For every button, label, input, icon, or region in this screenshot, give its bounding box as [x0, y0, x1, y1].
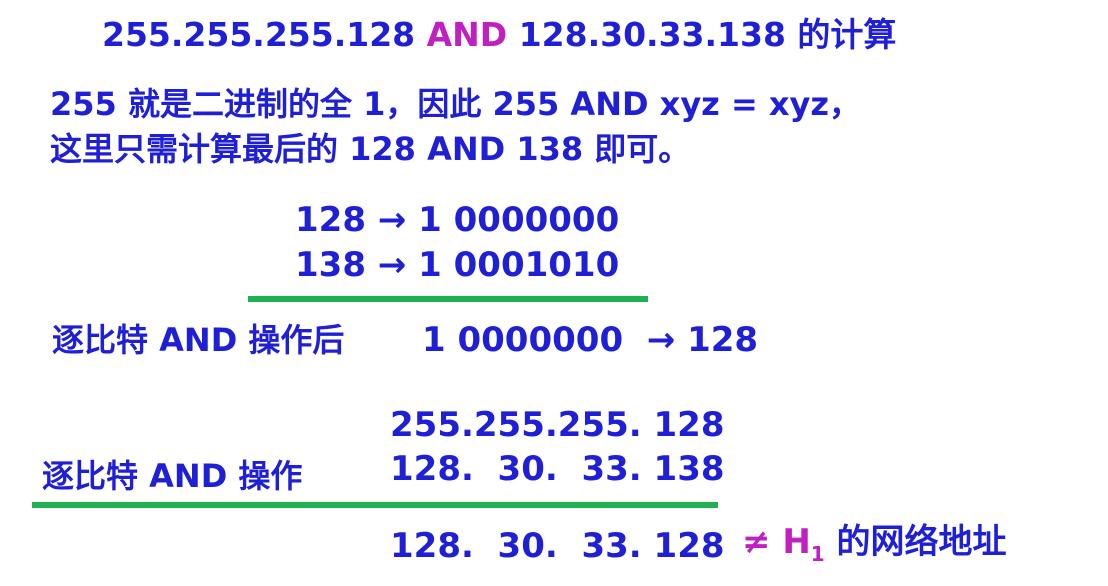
full-and-label: 逐比特 AND 操作	[42, 457, 303, 495]
binary-row-138: 138 → 1 0001010	[295, 245, 620, 285]
binary-result-label: 逐比特 AND 操作后	[52, 321, 345, 359]
slide-title: 255.255.255.128 AND 128.30.33.138 的计算	[102, 18, 896, 51]
not-equal-h: ≠ H	[742, 522, 811, 562]
full-operand-address: 128. 30. 33. 138	[390, 449, 725, 489]
title-and-operator: AND	[426, 15, 508, 54]
title-right: 128.30.33.138 的计算	[507, 15, 897, 54]
note-suffix: 的网络地址	[824, 522, 1007, 562]
full-underline	[32, 502, 718, 508]
full-result: 128. 30. 33. 128	[390, 526, 725, 566]
binary-result-value: 1 0000000 → 128	[422, 320, 759, 360]
explanation-line-1: 255 就是二进制的全 1，因此 255 AND xyz = xyz，	[50, 85, 862, 123]
h-subscript: 1	[810, 542, 825, 566]
binary-row-128: 128 → 1 0000000	[295, 200, 620, 240]
network-address-note: ≠ H1 的网络地址	[742, 522, 1007, 564]
explanation-line-2: 这里只需计算最后的 128 AND 138 即可。	[50, 130, 691, 168]
full-operand-mask: 255.255.255. 128	[390, 405, 725, 445]
binary-underline	[248, 296, 648, 302]
title-left: 255.255.255.128	[102, 15, 427, 54]
